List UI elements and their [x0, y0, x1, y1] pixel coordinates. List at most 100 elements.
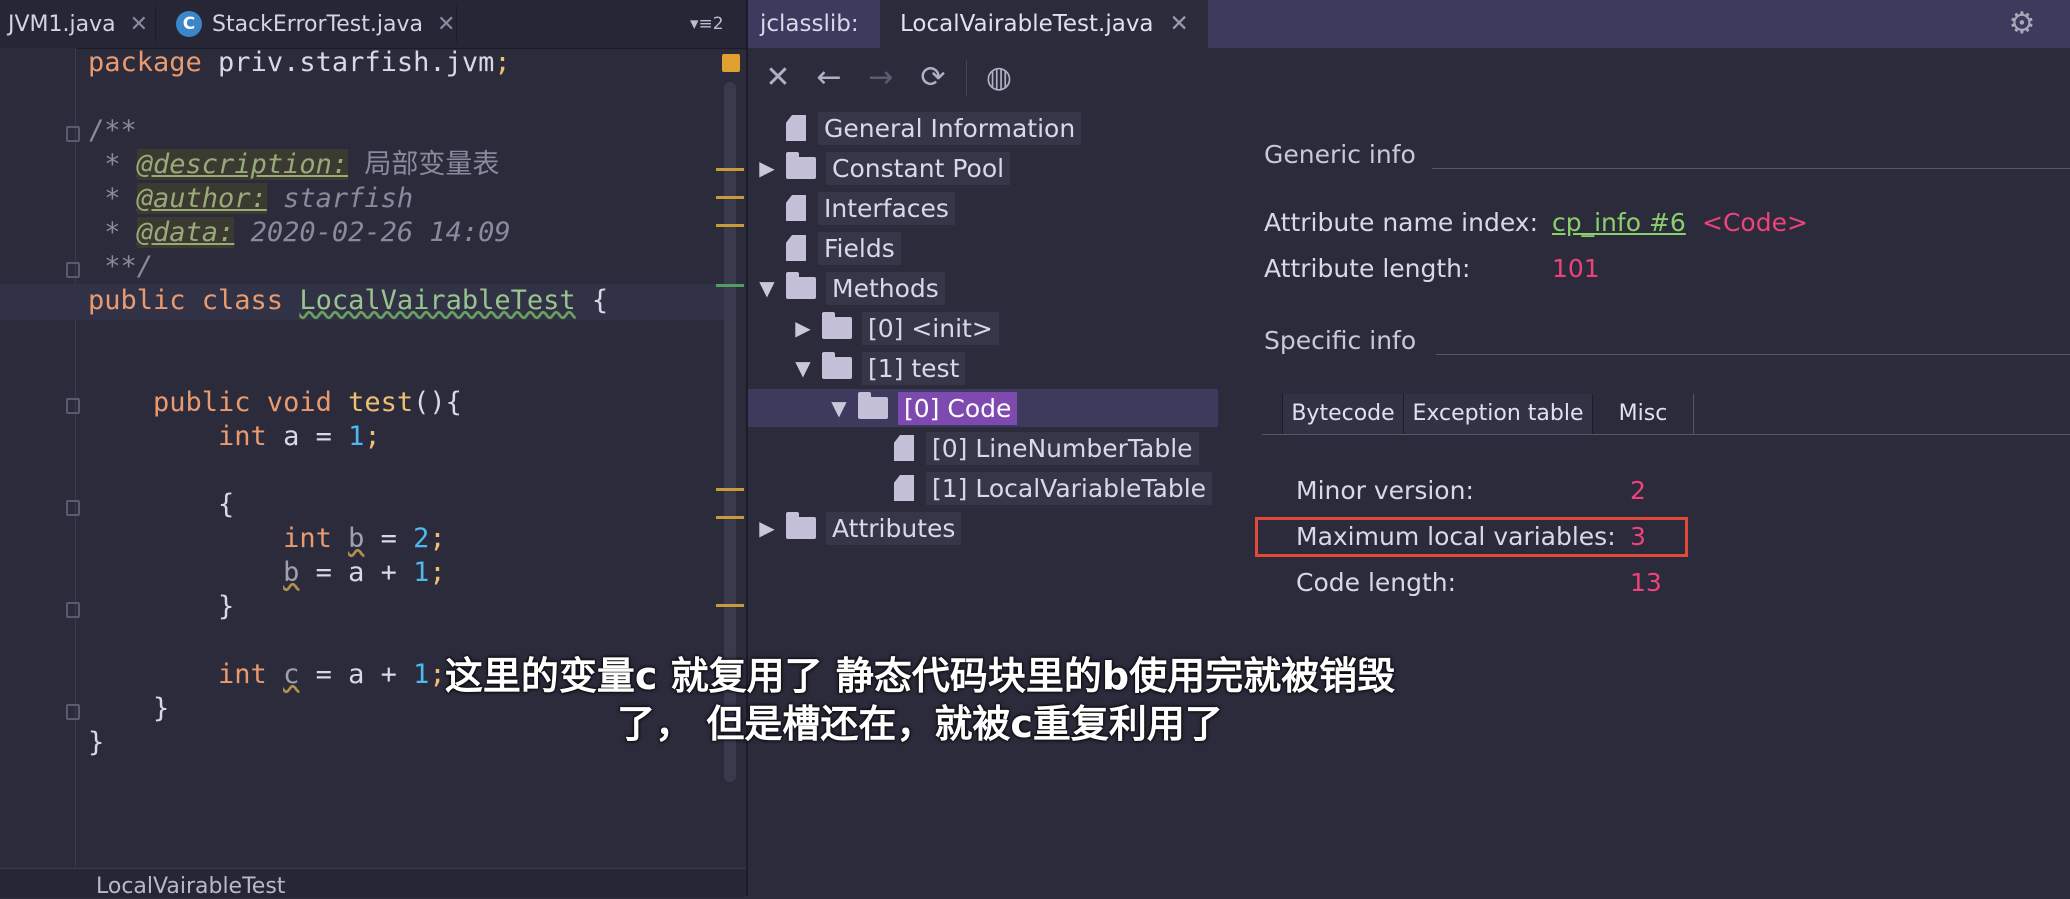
fold-icon[interactable]: [66, 704, 80, 720]
tree-item-test[interactable]: ▼ [1] test: [792, 350, 966, 386]
folder-icon: [822, 352, 852, 379]
code-line: }: [88, 591, 235, 622]
tab-localvairabletest[interactable]: LocalVairableTest.java ✕: [880, 0, 1208, 48]
fold-icon[interactable]: [66, 602, 80, 618]
code-line: {: [88, 489, 235, 520]
close-icon[interactable]: ✕: [437, 12, 455, 37]
tab-exception-table[interactable]: Exception table: [1403, 394, 1592, 434]
code-line: **/: [88, 251, 154, 282]
breadcrumb[interactable]: LocalVairableTest: [96, 874, 285, 899]
code-line: public class LocalVairableTest {: [88, 285, 609, 316]
video-subtitle: 这里的变量c 就复用了 静态代码块里的b使用完就被销毁 了， 但是槽还在，就被c…: [340, 652, 1500, 748]
folder-icon: [786, 272, 816, 299]
tree-item-local-variable-table[interactable]: [1] LocalVariableTable: [864, 470, 1213, 506]
tree-item-constant-pool[interactable]: ▶ Constant Pool: [756, 150, 1011, 186]
globe-icon[interactable]: ◍: [980, 58, 1018, 98]
file-icon: [786, 195, 806, 221]
tab-bytecode[interactable]: Bytecode: [1282, 394, 1403, 434]
subtitle-line: 这里的变量c 就复用了 静态代码块里的b使用完就被销毁: [444, 654, 1396, 698]
tree-item-interfaces[interactable]: Interfaces: [756, 190, 955, 226]
close-icon[interactable]: ✕: [130, 12, 148, 37]
warning-marker[interactable]: [716, 168, 744, 171]
close-icon[interactable]: ✕: [759, 58, 797, 98]
file-icon: [894, 475, 914, 501]
tree-item-line-number-table[interactable]: [0] LineNumberTable: [864, 430, 1199, 466]
warning-marker[interactable]: [716, 604, 744, 607]
annotation-highlight-box: [1255, 517, 1688, 557]
tree-item-fields[interactable]: Fields: [756, 230, 901, 266]
chevron-down-icon[interactable]: ▼: [756, 276, 778, 300]
folder-icon: [786, 512, 816, 539]
change-marker[interactable]: [716, 284, 744, 287]
minor-version-value: 2: [1630, 476, 1646, 505]
tab-label: LocalVairableTest.java: [900, 11, 1154, 37]
editor-gutter[interactable]: [0, 48, 75, 868]
tab-misc[interactable]: Misc: [1592, 394, 1694, 434]
code-line: * @description: 局部变量表: [88, 149, 500, 180]
file-icon: [894, 435, 914, 461]
code-line: /**: [88, 115, 137, 146]
tab-label: StackErrorTest.java: [212, 11, 423, 37]
refresh-icon[interactable]: ⟳: [914, 58, 952, 98]
close-icon[interactable]: ✕: [1170, 11, 1189, 37]
code-line: * @data: 2020-02-26 14:09: [88, 217, 511, 248]
gutter-divider: [75, 48, 76, 868]
tree-item-code[interactable]: ▼ [0] Code: [828, 390, 1018, 426]
cp-info-link[interactable]: cp_info #6: [1552, 208, 1686, 237]
minor-version-label: Minor version:: [1296, 476, 1474, 505]
generic-info-title: Generic info: [1264, 140, 1416, 169]
tab-list-menu[interactable]: ▾≡2: [690, 0, 724, 48]
back-arrow-icon[interactable]: ←: [810, 58, 848, 98]
forward-arrow-icon[interactable]: →: [862, 58, 900, 98]
code-length-label: Code length:: [1296, 568, 1457, 597]
tree-item-attributes[interactable]: ▶ Attributes: [756, 510, 962, 546]
fold-icon[interactable]: [66, 126, 80, 142]
code-line: package priv.starfish.jvm;: [88, 47, 511, 78]
chevron-down-icon[interactable]: ▼: [828, 396, 850, 420]
fold-icon[interactable]: [66, 500, 80, 516]
code-line: b = a + 1;: [283, 557, 446, 588]
inspection-status-icon[interactable]: [722, 54, 740, 72]
warning-marker[interactable]: [716, 196, 744, 199]
subtitle-line: 了， 但是槽还在，就被c重复利用了: [617, 702, 1223, 746]
tree-item-general-information[interactable]: General Information: [756, 110, 1082, 146]
editor-tab-bar: JVM1.java ✕ C StackErrorTest.java ✕: [0, 0, 746, 49]
chevron-right-icon[interactable]: ▶: [756, 516, 778, 540]
gear-icon[interactable]: ⚙: [2006, 8, 2038, 40]
chevron-right-icon[interactable]: ▶: [756, 156, 778, 180]
tab-label: JVM1.java: [8, 11, 116, 37]
class-icon: C: [176, 11, 202, 37]
file-icon: [786, 115, 806, 141]
toolbar-divider: [966, 60, 967, 96]
code-length-value: 13: [1630, 568, 1662, 597]
jclasslib-label: jclasslib:: [760, 11, 859, 37]
tree-item-methods[interactable]: ▼ Methods: [756, 270, 945, 306]
folder-icon: [822, 312, 852, 339]
tab-jvm1[interactable]: JVM1.java ✕: [8, 0, 148, 48]
code-line: public void test(){: [88, 387, 462, 418]
code-line: * @author: starfish: [88, 183, 414, 214]
warning-marker[interactable]: [716, 224, 744, 227]
attr-length-value: 101: [1552, 254, 1600, 283]
fold-icon[interactable]: [66, 398, 80, 414]
code-line: int a = 1;: [88, 421, 381, 452]
section-divider: [1432, 168, 2070, 169]
warning-marker[interactable]: [716, 516, 744, 519]
attr-name-index-label: Attribute name index:: [1264, 208, 1538, 237]
attr-name-value: <Code>: [1702, 208, 1808, 237]
warning-marker[interactable]: [716, 488, 744, 491]
chevron-right-icon[interactable]: ▶: [792, 316, 814, 340]
tab-stackerrortest[interactable]: C StackErrorTest.java ✕: [176, 0, 455, 48]
file-icon: [786, 235, 806, 261]
attr-length-label: Attribute length:: [1264, 254, 1471, 283]
specific-info-title: Specific info: [1264, 326, 1417, 355]
code-line: }: [88, 727, 105, 758]
tab-divider: [456, 6, 457, 42]
fold-icon[interactable]: [66, 262, 80, 278]
tab-divider: [155, 6, 156, 42]
code-line: }: [88, 693, 170, 724]
folder-icon: [858, 392, 888, 419]
section-divider: [1436, 354, 2070, 355]
chevron-down-icon[interactable]: ▼: [792, 356, 814, 380]
tree-item-init[interactable]: ▶ [0] <init>: [792, 310, 999, 346]
